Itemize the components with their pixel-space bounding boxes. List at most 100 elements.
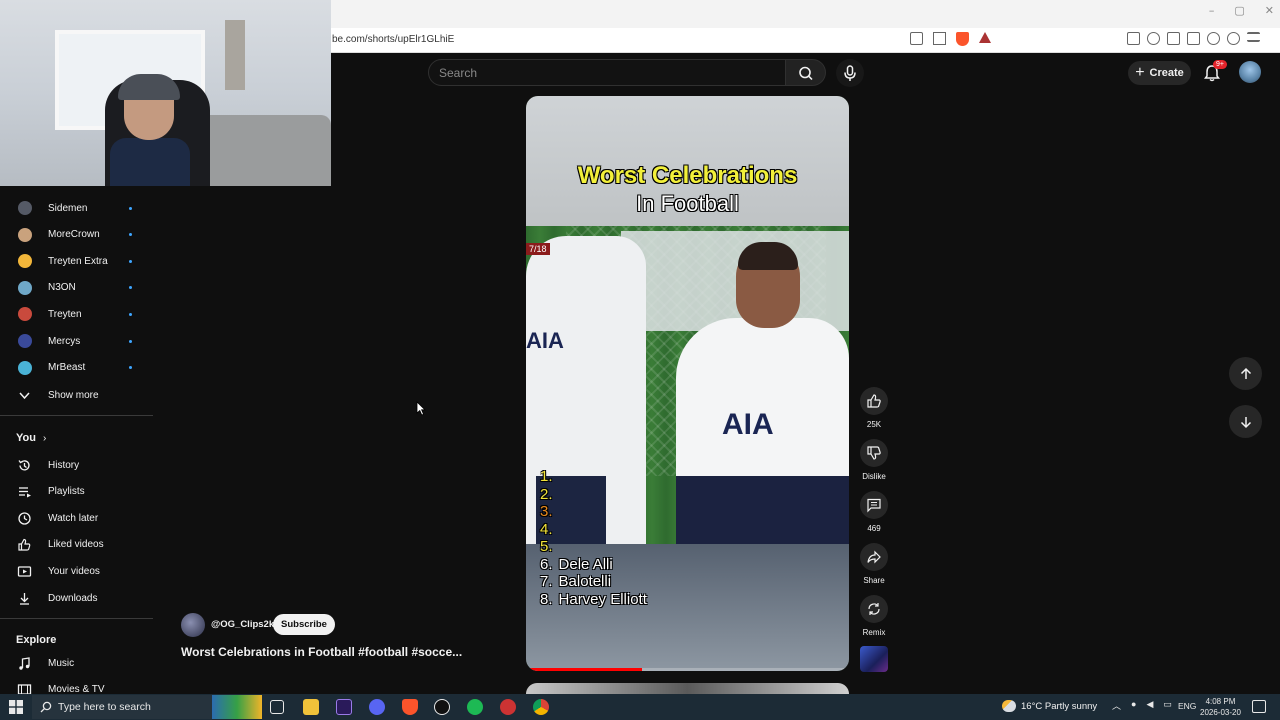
- vpn-icon[interactable]: [1227, 32, 1240, 45]
- next-short-button[interactable]: [1229, 405, 1262, 438]
- sidebar-item-label: History: [48, 459, 80, 471]
- obs-icon[interactable]: [500, 699, 516, 715]
- video-title[interactable]: Worst Celebrations in Football #football…: [181, 645, 462, 659]
- ranking-number: 2.: [540, 485, 553, 503]
- short-video-player[interactable]: AIA AIA Worst Celebrations In Football 7…: [526, 96, 849, 671]
- close-window-button[interactable]: ✕: [1265, 4, 1274, 17]
- channel-avatar: [18, 360, 32, 375]
- spotify-icon[interactable]: [467, 699, 483, 715]
- sidebar-item-label: Downloads: [48, 592, 98, 604]
- ranking-entry: 5.: [540, 538, 647, 556]
- screen-cast-icon[interactable]: [910, 32, 923, 45]
- channel-avatar: [18, 334, 32, 348]
- windows-start-icon[interactable]: [9, 700, 23, 714]
- chevron-up-icon[interactable]: ︿: [1112, 699, 1121, 712]
- webcam-couch: [195, 115, 331, 186]
- show-more-button[interactable]: Show more: [0, 382, 155, 408]
- new-content-dot: [129, 339, 132, 343]
- like-action: 25K: [860, 387, 888, 429]
- subscription-item[interactable]: MoreCrown: [0, 222, 155, 248]
- extensions-icon[interactable]: [1127, 32, 1140, 45]
- notification-badge: 9+: [1213, 60, 1227, 69]
- you-section-heading[interactable]: You ›: [16, 432, 46, 444]
- system-tray: ︿ ● ◀ ▭: [1112, 699, 1172, 712]
- search-input[interactable]: [439, 60, 769, 85]
- menu-icon[interactable]: [1247, 32, 1260, 42]
- channel-handle[interactable]: @OG_Clips2k: [211, 619, 274, 630]
- subscription-item[interactable]: MrBeast: [0, 355, 155, 381]
- sidebar-item-label: Liked videos: [48, 539, 104, 551]
- account-avatar[interactable]: [1239, 61, 1261, 83]
- sidebar-item[interactable]: Liked videos: [0, 532, 155, 558]
- sound-channel-thumbnail[interactable]: [860, 646, 888, 672]
- sidebar-item[interactable]: Watch later: [0, 505, 155, 531]
- task-view-icon[interactable]: [270, 700, 284, 714]
- clip-counter-tag: 7/18: [526, 243, 550, 255]
- create-button[interactable]: + Create: [1128, 61, 1191, 85]
- brave-shield-icon[interactable]: [956, 32, 969, 46]
- subscription-label: Treyten Extra: [48, 255, 108, 267]
- media-icon[interactable]: [1147, 32, 1160, 45]
- search-button[interactable]: [786, 59, 826, 86]
- remix-button[interactable]: [860, 595, 888, 623]
- network-icon[interactable]: ▭: [1163, 699, 1172, 712]
- share-icon[interactable]: [933, 32, 946, 45]
- channel-avatar: [18, 201, 32, 215]
- maximize-button[interactable]: ▢: [1234, 4, 1244, 17]
- share-label: Share: [863, 576, 885, 585]
- subscription-label: MrBeast: [48, 362, 86, 374]
- subscription-item[interactable]: Treyten Extra: [0, 248, 155, 274]
- subscription-item[interactable]: N3ON: [0, 275, 155, 301]
- discord-icon[interactable]: [369, 699, 385, 715]
- play-icon: [17, 566, 32, 577]
- wallet-icon[interactable]: [1187, 32, 1200, 45]
- sidebar-item[interactable]: Your videos: [0, 558, 155, 584]
- taskbar-search[interactable]: Type here to search: [32, 695, 262, 719]
- create-label: Create: [1149, 67, 1184, 79]
- thumbs-down-icon: [867, 446, 881, 460]
- comments-button[interactable]: [860, 491, 888, 519]
- volume-icon[interactable]: ◀: [1146, 699, 1153, 712]
- premiere-pro-icon[interactable]: [336, 699, 352, 715]
- share-button[interactable]: [860, 543, 888, 571]
- channel-avatar: [18, 280, 32, 295]
- webcam-person-cap: [118, 74, 180, 100]
- subscribe-button[interactable]: Subscribe: [273, 614, 335, 635]
- next-short-preview[interactable]: [526, 683, 849, 694]
- channel-avatar: [18, 307, 32, 322]
- ranking-entry: 1.: [540, 468, 647, 486]
- sidebar-item[interactable]: History: [0, 452, 155, 478]
- sidebar-item[interactable]: Music: [0, 650, 155, 676]
- mic-tray-icon[interactable]: ●: [1131, 699, 1136, 712]
- url-text[interactable]: be.com/shorts/upElr1GLhiE: [332, 34, 454, 45]
- taskbar-search-placeholder: Type here to search: [58, 701, 151, 713]
- ranking-number: 7.: [540, 573, 553, 590]
- like-button[interactable]: [860, 387, 888, 415]
- video-stadium-hoarding: [621, 231, 849, 331]
- brave-browser-icon[interactable]: [402, 699, 418, 715]
- brave-rewards-icon[interactable]: [979, 32, 991, 43]
- new-content-dot: [129, 233, 132, 237]
- notification-center-icon[interactable]: [1252, 700, 1266, 713]
- weather-text: 16°C Partly sunny: [1021, 700, 1098, 712]
- voice-search-button[interactable]: [836, 59, 864, 87]
- minimize-button[interactable]: –: [1209, 4, 1215, 17]
- subscription-item[interactable]: Sidemen: [0, 195, 155, 221]
- weather-widget[interactable]: 16°C Partly sunny: [1002, 700, 1097, 712]
- leo-ai-icon[interactable]: [1207, 32, 1220, 45]
- sidebar-toggle-icon[interactable]: [1167, 32, 1180, 45]
- dislike-button[interactable]: [860, 439, 888, 467]
- sidebar-item[interactable]: Downloads: [0, 585, 155, 611]
- sidebar-item[interactable]: Playlists: [0, 479, 155, 505]
- file-explorer-icon[interactable]: [303, 699, 319, 715]
- ranking-name: Dele Alli: [558, 555, 613, 573]
- language-indicator[interactable]: ENG: [1178, 701, 1196, 711]
- chrome-icon[interactable]: [533, 699, 549, 715]
- video-progress-bar[interactable]: [526, 668, 849, 671]
- taskbar-clock[interactable]: 4:08 PM 2026-03-20: [1200, 696, 1241, 718]
- unreal-engine-icon[interactable]: [434, 699, 450, 715]
- previous-short-button[interactable]: [1229, 357, 1262, 390]
- channel-avatar[interactable]: [181, 613, 205, 637]
- subscription-item[interactable]: Mercys: [0, 328, 155, 354]
- subscription-item[interactable]: Treyten: [0, 301, 155, 327]
